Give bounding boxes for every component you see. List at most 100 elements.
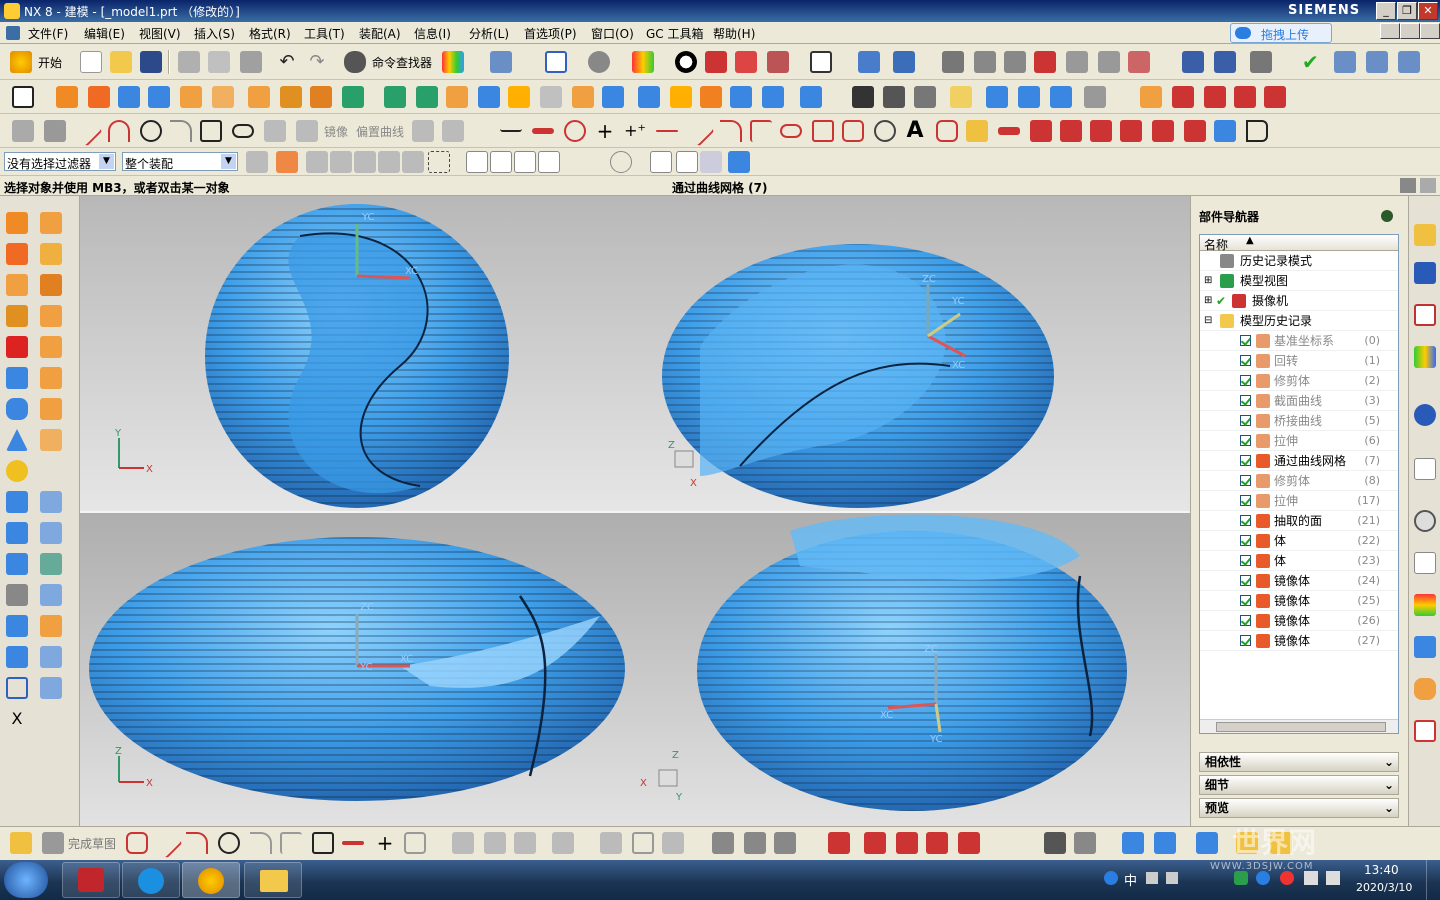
csys-icon[interactable] (828, 832, 850, 854)
expand-toggle-icon[interactable]: ⊞ (1204, 271, 1212, 291)
upload-button[interactable]: 拖拽上传 (1230, 23, 1332, 43)
feature-row[interactable]: 修剪体 (2) (1200, 371, 1398, 391)
subtract-icon[interactable] (384, 86, 406, 108)
selection-icon[interactable] (490, 51, 512, 73)
details-panel[interactable]: 细节 ⌄ (1199, 775, 1399, 795)
visibility-checkbox[interactable] (1240, 575, 1251, 586)
bridge-curve-icon[interactable] (966, 120, 988, 142)
undo-icon[interactable]: ↶ (276, 51, 298, 73)
studio-spline-icon[interactable] (1264, 86, 1286, 108)
feature-row[interactable]: 回转 (1) (1200, 351, 1398, 371)
profile-bottom-icon[interactable] (126, 832, 148, 854)
move-face-icon[interactable] (986, 86, 1008, 108)
block-icon[interactable] (118, 86, 140, 108)
transform-icon[interactable] (1154, 832, 1176, 854)
paste-icon[interactable] (240, 51, 262, 73)
grid-icon[interactable] (1366, 51, 1388, 73)
pattern-icon[interactable] (852, 86, 874, 108)
show-constraints-icon[interactable] (662, 832, 684, 854)
spline-curve-icon[interactable] (500, 120, 522, 132)
graphics-viewport[interactable]: YC XC Y X ZC YC XC Z X ZC XC YC Z X ZC X… (0, 196, 1190, 826)
visibility-checkbox[interactable] (1240, 415, 1251, 426)
network-icon[interactable] (1256, 871, 1270, 885)
visual-icon[interactable] (1414, 594, 1436, 616)
save-icon[interactable] (140, 51, 162, 73)
select-body-icon[interactable] (330, 151, 352, 173)
quick-extend-icon[interactable] (484, 832, 506, 854)
feature-row[interactable]: 镜像体 (26) (1200, 611, 1398, 631)
ime-keyboard-icon[interactable] (1166, 872, 1178, 884)
select-edge-icon[interactable] (378, 151, 400, 173)
feature-row[interactable]: 桥接曲线 (5) (1200, 411, 1398, 431)
taskbar-autocad[interactable] (62, 862, 120, 898)
curve-analysis-icon[interactable] (1140, 86, 1162, 108)
tree-node[interactable]: ⊞ ✔ 摄像机 (1200, 291, 1398, 311)
reattach-icon[interactable] (744, 832, 766, 854)
trim-icon[interactable] (264, 120, 286, 142)
start-orb-icon[interactable] (4, 862, 48, 898)
plus-plus-icon[interactable]: +⁺ (624, 120, 646, 142)
database-icon[interactable] (1182, 51, 1204, 73)
menu-preferences[interactable]: 首选项(P) (524, 25, 577, 42)
rectangle-icon[interactable] (200, 120, 222, 142)
visibility-checkbox[interactable] (1240, 375, 1251, 386)
isoparametric-icon[interactable] (1090, 120, 1112, 142)
qq-search-icon[interactable] (1104, 871, 1118, 885)
visibility-checkbox[interactable] (1240, 595, 1251, 606)
constraint-icon[interactable] (412, 120, 434, 142)
sphere-left-icon[interactable] (6, 460, 28, 482)
process-studio-icon[interactable] (1414, 636, 1436, 658)
chamfer-left-icon[interactable] (40, 212, 62, 234)
make-corner-icon[interactable] (514, 832, 536, 854)
point-bottom-icon[interactable]: + (374, 832, 396, 854)
sketch-style-icon[interactable] (712, 832, 734, 854)
arc-bottom-icon[interactable] (186, 832, 208, 854)
replace-face-icon[interactable] (1018, 86, 1040, 108)
show-hide-icon[interactable] (942, 51, 964, 73)
open-folder-icon[interactable] (110, 51, 132, 73)
measure-icon[interactable] (1398, 51, 1420, 73)
gc-icon[interactable] (1034, 51, 1056, 73)
ime-indicator[interactable]: 中 (1124, 870, 1137, 889)
block2-left-icon[interactable] (6, 646, 28, 668)
feature-row[interactable]: 镜像体 (24) (1200, 571, 1398, 591)
line-bottom-icon[interactable] (151, 827, 183, 859)
sketch-bottom-icon[interactable] (10, 832, 32, 854)
snap-mid-icon[interactable] (514, 151, 536, 173)
chamfer-bottom-icon[interactable] (280, 832, 302, 854)
extract-curve-icon[interactable] (1060, 120, 1082, 142)
offset-face-icon[interactable] (638, 86, 660, 108)
extend-icon[interactable] (296, 120, 318, 142)
system-materials-icon[interactable] (1414, 552, 1436, 574)
constraints-bottom-icon[interactable] (600, 832, 622, 854)
clock-date[interactable]: 2020/3/10 (1356, 881, 1412, 894)
snap-oncurve-icon[interactable] (700, 151, 722, 173)
extrude-icon[interactable] (56, 86, 78, 108)
layer-icon[interactable] (893, 51, 915, 73)
section-curve-icon[interactable] (936, 120, 958, 142)
grid2-icon[interactable] (914, 86, 936, 108)
draft-icon[interactable] (602, 86, 624, 108)
snap-center-icon[interactable] (610, 151, 632, 173)
pattern-left-icon[interactable] (40, 398, 62, 420)
menu-format[interactable]: 格式(R) (249, 25, 291, 42)
hole-icon[interactable] (180, 86, 202, 108)
sweep-icon[interactable] (700, 86, 722, 108)
ime-mode-icon[interactable] (1146, 872, 1158, 884)
copy-icon[interactable] (208, 51, 230, 73)
move-object-icon[interactable] (1074, 832, 1096, 854)
roles-icon[interactable] (1414, 678, 1436, 700)
gc3-icon[interactable] (1098, 51, 1120, 73)
play-icon[interactable] (1196, 832, 1218, 854)
assembly-nav-icon[interactable] (1414, 224, 1436, 246)
feature-row[interactable]: 截面曲线 (3) (1200, 391, 1398, 411)
feature-row[interactable]: 修剪体 (8) (1200, 471, 1398, 491)
visibility-checkbox[interactable] (1240, 355, 1251, 366)
smooth-curve-icon[interactable] (1246, 120, 1268, 142)
curve-on-face-icon[interactable] (1214, 120, 1236, 142)
close-button[interactable]: ✕ (1418, 2, 1438, 20)
studio-surface-left-icon[interactable] (40, 646, 62, 668)
shell-left-icon[interactable] (40, 274, 62, 296)
snap-control-icon[interactable] (538, 151, 560, 173)
basic-arc-icon[interactable] (720, 120, 742, 142)
